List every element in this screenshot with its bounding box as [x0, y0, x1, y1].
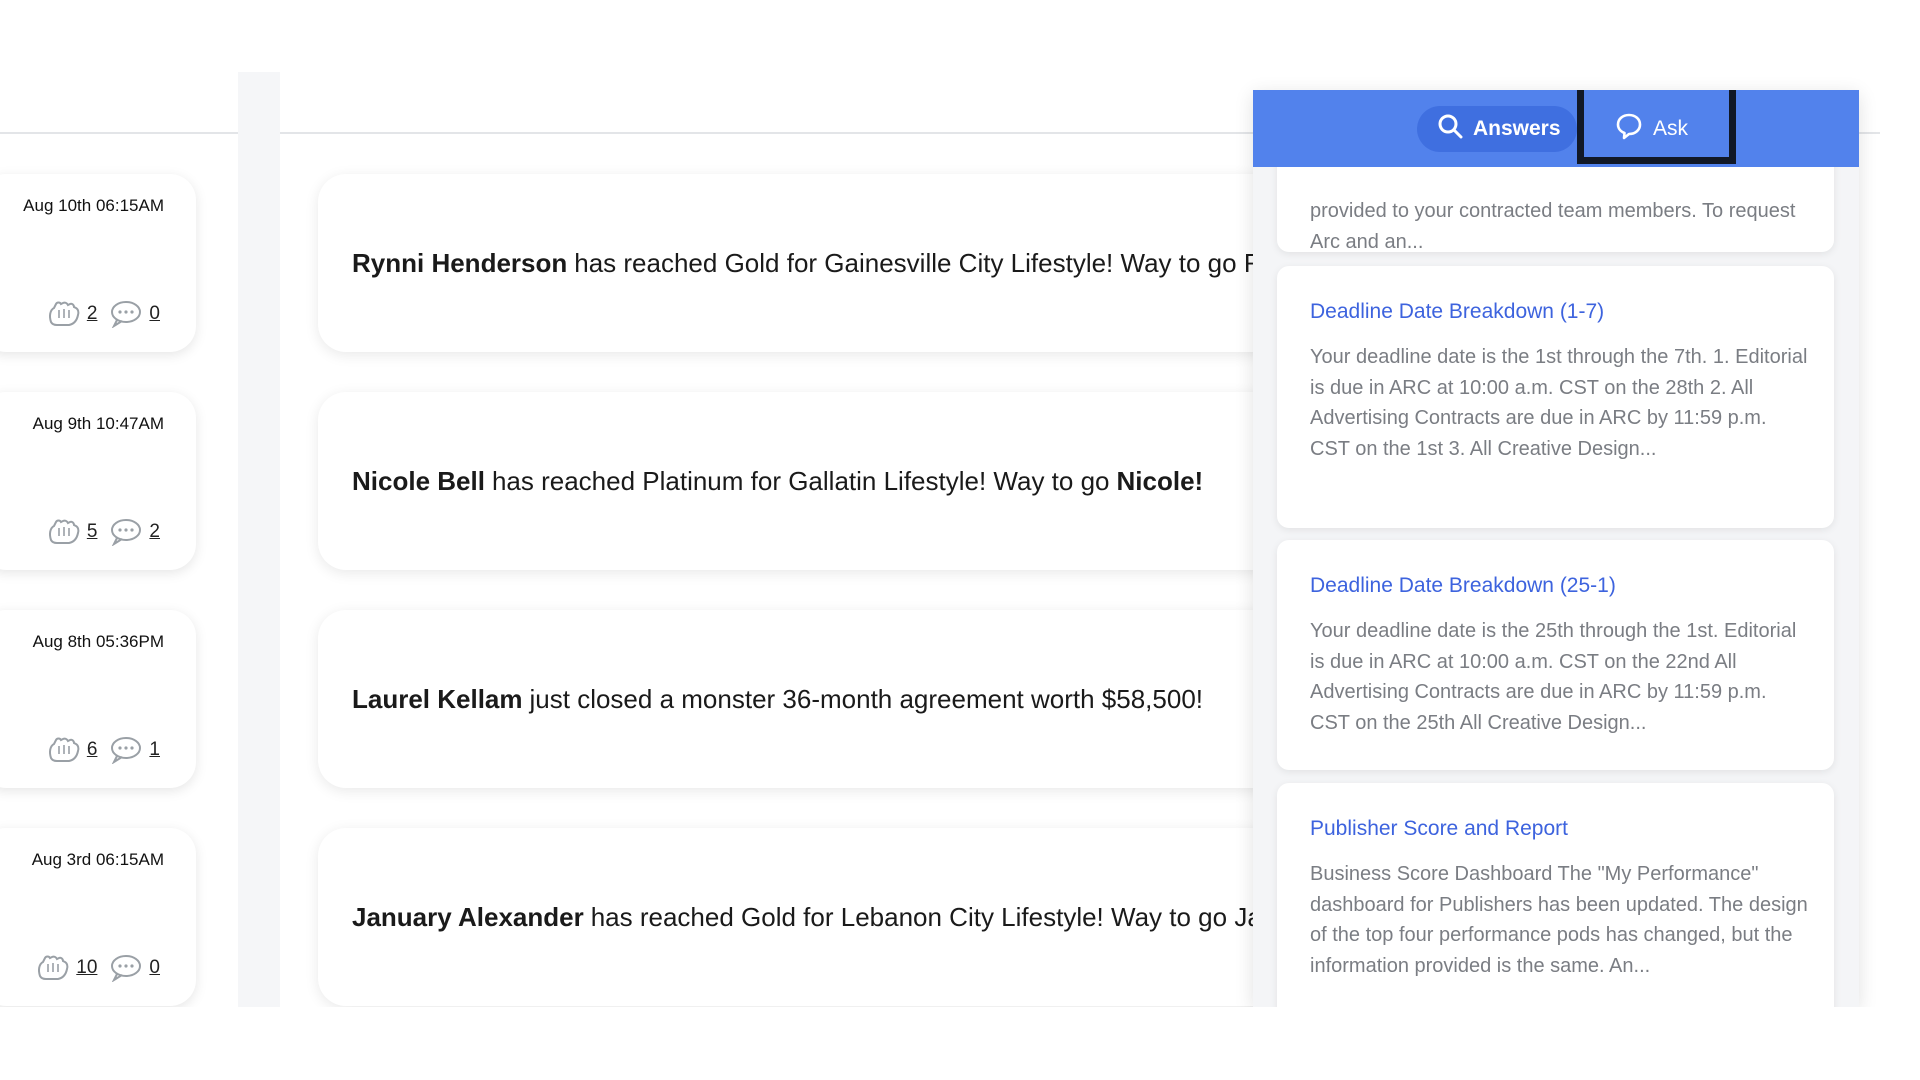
- feed-text: has reached Gold for Gainesville City Li…: [574, 247, 1318, 278]
- activity-card[interactable]: Aug 8th 05:36PM 6 1: [0, 610, 196, 788]
- high-five-icon[interactable]: [36, 954, 70, 982]
- article-card[interactable]: Deadline Date Breakdown (1-7) Your deadl…: [1277, 266, 1834, 528]
- tab-ask[interactable]: Ask: [1591, 106, 1751, 152]
- high-five-icon[interactable]: [47, 300, 81, 328]
- tab-ask-label: Ask: [1653, 117, 1689, 140]
- answers-panel: Answers Ask provided to your contracted …: [1253, 90, 1859, 1007]
- bottom-whitespace: [0, 1007, 1920, 1080]
- article-card[interactable]: Publisher Score and Report Business Scor…: [1277, 783, 1834, 1007]
- person-name[interactable]: Rynni Henderson: [352, 248, 567, 279]
- activity-stats: 6 1: [47, 736, 166, 764]
- feed-text: just closed a monster 36-month agreement…: [529, 683, 1204, 714]
- tab-answers-label: Answers: [1473, 117, 1561, 140]
- like-count[interactable]: 2: [87, 303, 98, 325]
- feed-text: has reached Platinum for Gallatin Lifest…: [491, 465, 1110, 496]
- activity-date: Aug 9th 10:47AM: [32, 414, 164, 433]
- like-count[interactable]: 10: [76, 957, 97, 979]
- activity-card[interactable]: Aug 3rd 06:15AM 10 0: [0, 828, 196, 1006]
- high-five-icon[interactable]: [47, 736, 81, 764]
- person-name[interactable]: Nicole Bell: [352, 466, 485, 497]
- comment-icon[interactable]: [109, 954, 143, 982]
- article-body: Business Score Dashboard The "My Perform…: [1310, 863, 1808, 977]
- comment-icon[interactable]: [109, 518, 143, 546]
- like-count[interactable]: 6: [87, 739, 98, 761]
- panel-header: Answers Ask: [1253, 90, 1859, 167]
- like-count[interactable]: 5: [87, 521, 98, 543]
- activity-date: Aug 8th 05:36PM: [32, 632, 164, 651]
- article-title[interactable]: Deadline Date Breakdown (25-1): [1310, 574, 1616, 598]
- left-activity-column: Aug 10th 06:15AM 2 0 Aug 9th 10:47AM 5 2…: [0, 72, 238, 1007]
- article-title[interactable]: Deadline Date Breakdown (1-7): [1310, 300, 1604, 324]
- page: Aug 10th 06:15AM 2 0 Aug 9th 10:47AM 5 2…: [0, 0, 1920, 1080]
- activity-card[interactable]: Aug 9th 10:47AM 5 2: [0, 392, 196, 570]
- comment-count[interactable]: 1: [149, 739, 160, 761]
- article-title[interactable]: Publisher Score and Report: [1310, 817, 1568, 841]
- feed-message: Rynni Henderson has reached Gold for Gai…: [352, 174, 1325, 352]
- activity-date: Aug 3rd 06:15AM: [31, 850, 164, 869]
- high-five-icon[interactable]: [47, 518, 81, 546]
- activity-card[interactable]: Aug 10th 06:15AM 2 0: [0, 174, 196, 352]
- search-icon: [1437, 113, 1463, 145]
- article-card[interactable]: Deadline Date Breakdown (25-1) Your dead…: [1277, 540, 1834, 770]
- activity-stats: 2 0: [47, 300, 166, 328]
- article-body: Your deadline date is the 25th through t…: [1310, 620, 1797, 734]
- tab-answers[interactable]: Answers: [1417, 106, 1577, 152]
- divider: [0, 132, 238, 134]
- comment-count[interactable]: 0: [149, 303, 160, 325]
- feed-message: January Alexander has reached Gold for L…: [352, 828, 1341, 1006]
- person-first-name: Nicole!: [1116, 465, 1204, 496]
- article-body: Your deadline date is the 1st through th…: [1310, 346, 1808, 460]
- feed-text: has reached Gold for Lebanon City Lifest…: [590, 901, 1335, 932]
- chat-bubble-icon: [1615, 112, 1643, 146]
- activity-stats: 5 2: [47, 518, 166, 546]
- feed-message: Nicole Bell has reached Platinum for Gal…: [352, 392, 1203, 570]
- feed-message: Laurel Kellam just closed a monster 36-m…: [352, 610, 1210, 788]
- person-name[interactable]: January Alexander: [352, 902, 584, 933]
- comment-icon[interactable]: [109, 736, 143, 764]
- article-body: provided to your contracted team members…: [1310, 200, 1796, 253]
- person-name[interactable]: Laurel Kellam: [352, 684, 523, 715]
- comment-count[interactable]: 0: [149, 957, 160, 979]
- comment-count[interactable]: 2: [149, 521, 160, 543]
- activity-date: Aug 10th 06:15AM: [23, 196, 164, 215]
- comment-icon[interactable]: [109, 300, 143, 328]
- activity-stats: 10 0: [36, 954, 166, 982]
